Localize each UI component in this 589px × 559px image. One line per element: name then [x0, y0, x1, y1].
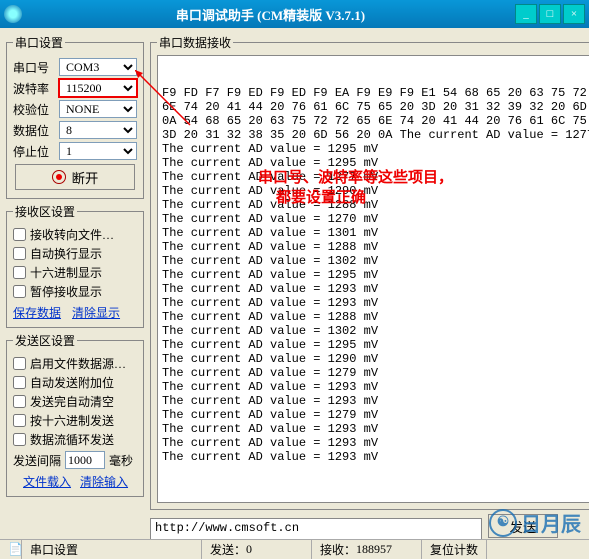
interval-label-post: 毫秒	[109, 452, 133, 469]
status-send-count: 发送：0	[202, 540, 312, 559]
status-reset-button[interactable]: 复位计数	[422, 540, 487, 559]
data-line: The current AD value = 1290 mV	[162, 352, 589, 366]
data-line: 3D 20 31 32 38 35 20 6D 56 20 0A The cur…	[162, 128, 589, 142]
data-line: The current AD value = 1279 mV	[162, 366, 589, 380]
data-line: The current AD value = 1295 mV	[162, 268, 589, 282]
data-line: The current AD value = 1293 mV	[162, 422, 589, 436]
data-line: 6E 74 20 41 44 20 76 61 6C 75 65 20 3D 2…	[162, 100, 589, 114]
data-line: The current AD value = 1270 mV	[162, 212, 589, 226]
port-label: 串口号	[13, 59, 55, 76]
data-line: The current AD value = 1302 mV	[162, 254, 589, 268]
stopbits-label: 停止位	[13, 143, 55, 160]
status-recv-count: 接收：188957	[312, 540, 422, 559]
minimize-button[interactable]: _	[515, 4, 537, 24]
recv-redirect-checkbox[interactable]	[13, 228, 26, 241]
recv-settings-legend: 接收区设置	[13, 203, 77, 220]
send-input[interactable]: http://www.cmsoft.cn	[150, 518, 482, 540]
data-line: The current AD value = 1290 mV	[162, 184, 589, 198]
file-load-link[interactable]: 文件载入	[23, 475, 71, 489]
status-port-settings[interactable]: 串口设置	[22, 540, 202, 559]
interval-input[interactable]	[65, 451, 105, 469]
data-line: The current AD value = 1293 mV	[162, 436, 589, 450]
data-line: The current AD value = 1293 mV	[162, 380, 589, 394]
data-line: The current AD value = 1277 mV	[162, 170, 589, 184]
statusbar: 📄 串口设置 发送：0 接收：188957 复位计数	[0, 539, 589, 559]
data-line: The current AD value = 1293 mV	[162, 296, 589, 310]
baud-select[interactable]: 115200	[59, 79, 137, 97]
disconnect-button[interactable]: 断开	[15, 164, 135, 190]
watermark: ☯ 日月辰	[489, 508, 581, 537]
maximize-button[interactable]: □	[539, 4, 561, 24]
data-recv-group: 串口数据接收 F9 FD F7 F9 ED F9 ED F9 EA F9 E9 …	[150, 34, 589, 510]
baud-label: 波特率	[13, 80, 55, 97]
recv-autowrap-checkbox[interactable]	[13, 247, 26, 260]
data-recv-textarea[interactable]: F9 FD F7 F9 ED F9 ED F9 EA F9 E9 F9 E1 5…	[157, 55, 589, 503]
window-title: 串口调试助手 (CM精装版 V3.7.1)	[28, 5, 513, 24]
app-icon	[4, 5, 22, 23]
stopbits-select[interactable]: 1	[59, 142, 137, 160]
clear-input-link[interactable]: 清除输入	[80, 475, 128, 489]
databits-label: 数据位	[13, 122, 55, 139]
port-select[interactable]: COM3	[59, 58, 137, 76]
recv-pause-checkbox[interactable]	[13, 285, 26, 298]
data-line: The current AD value = 1279 mV	[162, 408, 589, 422]
send-hex-checkbox[interactable]	[13, 414, 26, 427]
data-recv-legend: 串口数据接收	[157, 34, 233, 51]
data-line: The current AD value = 1295 mV	[162, 156, 589, 170]
data-line: The current AD value = 1288 mV	[162, 198, 589, 212]
data-line: 0A 54 68 65 20 63 75 72 72 65 6E 74 20 4…	[162, 114, 589, 128]
port-settings-legend: 串口设置	[13, 34, 65, 51]
data-line: The current AD value = 1293 mV	[162, 394, 589, 408]
save-data-link[interactable]: 保存数据	[13, 306, 61, 320]
send-filedata-checkbox[interactable]	[13, 357, 26, 370]
send-cycle-checkbox[interactable]	[13, 433, 26, 446]
data-line: The current AD value = 1302 mV	[162, 324, 589, 338]
titlebar: 串口调试助手 (CM精装版 V3.7.1) _ □ ×	[0, 0, 589, 28]
watermark-icon: ☯	[489, 509, 517, 537]
send-settings-legend: 发送区设置	[13, 332, 77, 349]
send-append-checkbox[interactable]	[13, 376, 26, 389]
data-line: The current AD value = 1293 mV	[162, 282, 589, 296]
port-settings-group: 串口设置 串口号 COM3 波特率 115200 校验位 NONE 数据位 8 …	[6, 34, 144, 199]
data-line: F9 FD F7 F9 ED F9 ED F9 EA F9 E9 F9 E1 5…	[162, 86, 589, 100]
recv-settings-group: 接收区设置 接收转向文件… 自动换行显示 十六进制显示 暂停接收显示 保存数据 …	[6, 203, 144, 328]
send-clearafter-checkbox[interactable]	[13, 395, 26, 408]
connection-indicator-icon	[52, 170, 66, 184]
interval-label-pre: 发送间隔	[13, 452, 61, 469]
clear-display-link[interactable]: 清除显示	[72, 306, 120, 320]
close-button[interactable]: ×	[563, 4, 585, 24]
data-line: The current AD value = 1293 mV	[162, 450, 589, 464]
data-line: The current AD value = 1288 mV	[162, 240, 589, 254]
data-line: The current AD value = 1295 mV	[162, 338, 589, 352]
data-line: The current AD value = 1301 mV	[162, 226, 589, 240]
databits-select[interactable]: 8	[59, 121, 137, 139]
parity-label: 校验位	[13, 101, 55, 118]
status-icon: 📄	[0, 540, 22, 559]
data-line: The current AD value = 1295 mV	[162, 142, 589, 156]
send-settings-group: 发送区设置 启用文件数据源… 自动发送附加位 发送完自动清空 按十六进制发送 数…	[6, 332, 144, 497]
data-line: The current AD value = 1288 mV	[162, 310, 589, 324]
parity-select[interactable]: NONE	[59, 100, 137, 118]
recv-hex-checkbox[interactable]	[13, 266, 26, 279]
